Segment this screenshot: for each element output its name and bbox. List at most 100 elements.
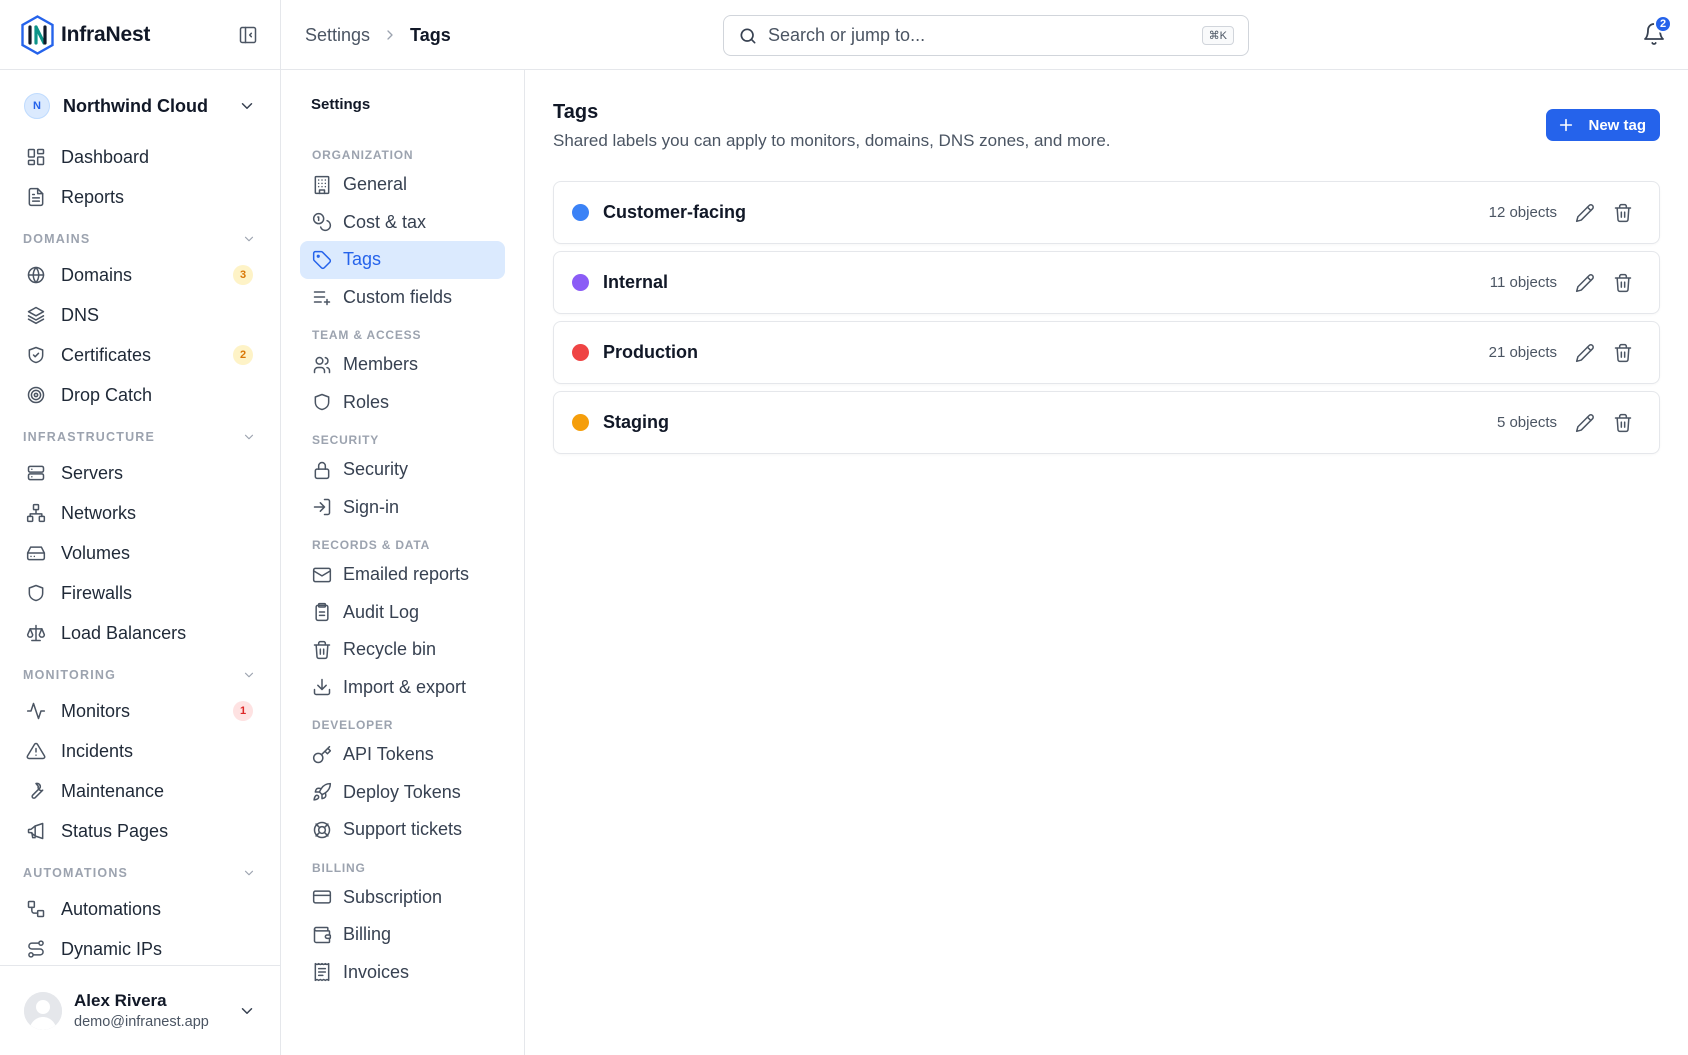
alert-triangle-icon: [26, 742, 46, 760]
sidebar-section-automations[interactable]: AUTOMATIONS: [0, 851, 280, 889]
settings-item-label: Tags: [343, 249, 382, 270]
count-badge: 3: [233, 265, 253, 285]
sidebar-section-infrastructure[interactable]: INFRASTRUCTURE: [0, 415, 280, 453]
app-logo-icon: [21, 14, 54, 55]
settings-section-organization: ORGANIZATION: [312, 148, 414, 162]
settings-item-label: General: [343, 174, 408, 195]
pencil-icon: [1575, 203, 1594, 222]
tag-row[interactable]: Staging 5 objects: [553, 391, 1660, 454]
settings-item-label: Subscription: [343, 886, 443, 907]
sidebar-item-certificates[interactable]: Certificates 2: [0, 335, 280, 375]
breadcrumb-settings[interactable]: Settings: [305, 25, 370, 46]
sidebar-item-label: Certificates: [61, 344, 152, 365]
sidebar-item-dynamic-ips[interactable]: Dynamic IPs: [0, 929, 280, 969]
tag-row[interactable]: Customer-facing 12 objects: [553, 181, 1660, 244]
org-switcher[interactable]: N Northwind Cloud: [24, 84, 256, 128]
sidebar-item-reports[interactable]: Reports: [0, 177, 280, 217]
settings-item-security[interactable]: Security: [300, 451, 505, 489]
settings-item-label: Sign-in: [343, 496, 400, 517]
edit-tag-button[interactable]: [1575, 413, 1595, 433]
delete-tag-button[interactable]: [1613, 413, 1633, 433]
sidebar-item-label: Volumes: [61, 542, 131, 563]
settings-item-api-tokens[interactable]: API Tokens: [300, 736, 505, 774]
building-icon: [314, 175, 330, 194]
org-name: Northwind Cloud: [63, 95, 208, 116]
sidebar-item-label: Monitors: [61, 700, 131, 721]
tag-count: 11 objects: [1489, 274, 1557, 291]
app-name: InfraNest: [61, 22, 151, 46]
edit-tag-button[interactable]: [1575, 343, 1595, 363]
sidebar-item-label: Dashboard: [61, 146, 150, 167]
delete-tag-button[interactable]: [1613, 343, 1633, 363]
pencil-icon: [1575, 413, 1594, 432]
settings-item-billing[interactable]: Billing: [300, 916, 505, 954]
new-tag-button[interactable]: New tag: [1546, 109, 1660, 141]
sidebar-item-label: Automations: [61, 898, 162, 919]
sidebar-item-status-pages[interactable]: Status Pages: [0, 811, 280, 851]
settings-item-custom-fields[interactable]: Custom fields: [300, 279, 505, 317]
settings-item-sign-in[interactable]: Sign-in: [300, 489, 505, 527]
settings-item-roles[interactable]: Roles: [300, 384, 505, 422]
sidebar-item-domains[interactable]: Domains 3: [0, 255, 280, 295]
settings-item-general[interactable]: General: [300, 166, 505, 204]
settings-section-developer: DEVELOPER: [312, 718, 394, 732]
globe-icon: [27, 266, 45, 284]
settings-item-invoices[interactable]: Invoices: [300, 954, 505, 992]
notifications-button[interactable]: 2: [1642, 15, 1672, 46]
settings-item-label: Support tickets: [343, 819, 463, 840]
edit-tag-button[interactable]: [1575, 273, 1595, 293]
tag-list: Customer-facing 12 objects Internal 11 obje…: [553, 181, 1660, 461]
sidebar: InfraNest N Northwind Cloud Dashboard Rep…: [0, 0, 281, 1055]
wrench-icon: [31, 782, 44, 799]
life-buoy-icon: [313, 821, 331, 838]
settings-item-deploy-tokens[interactable]: Deploy Tokens: [300, 774, 505, 812]
settings-item-subscription[interactable]: Subscription: [300, 879, 505, 917]
settings-item-emailed-reports[interactable]: Emailed reports: [300, 556, 505, 594]
sidebar-section-domains[interactable]: DOMAINS: [0, 217, 280, 255]
receipt-icon: [314, 963, 330, 982]
main-nav: Dashboard Reports DOMAINS Domains 3 DNS Certif…: [0, 137, 280, 969]
settings-item-import-and-export[interactable]: Import & export: [300, 669, 505, 707]
tag-icon: [312, 250, 332, 269]
search-icon: [740, 28, 756, 44]
panel-left-icon: [239, 26, 257, 43]
sidebar-item-firewalls[interactable]: Firewalls: [0, 573, 280, 613]
sidebar-item-drop-catch[interactable]: Drop Catch: [0, 375, 280, 415]
sidebar-item-volumes[interactable]: Volumes: [0, 533, 280, 573]
tag-row[interactable]: Production 21 objects: [553, 321, 1660, 384]
sidebar-item-label: Networks: [61, 502, 137, 523]
sidebar-item-dashboard[interactable]: Dashboard: [0, 137, 280, 177]
search-box[interactable]: ⌘K: [723, 15, 1249, 56]
settings-item-recycle-bin[interactable]: Recycle bin: [300, 631, 505, 669]
tag-row[interactable]: Internal 11 objects: [553, 251, 1660, 314]
sidebar-item-maintenance[interactable]: Maintenance: [0, 771, 280, 811]
dashboard-icon: [27, 148, 45, 166]
page-title: Tags: [553, 101, 599, 123]
chevron-down-icon: [241, 1007, 253, 1014]
tag-color-dot: [572, 274, 589, 291]
settings-item-label: Import & export: [343, 676, 467, 697]
sidebar-item-dns[interactable]: DNS: [0, 295, 280, 335]
settings-item-audit-log[interactable]: Audit Log: [300, 594, 505, 632]
sidebar-item-load-balancers[interactable]: Load Balancers: [0, 613, 280, 653]
chevron-right-icon: [387, 30, 393, 40]
sidebar-item-networks[interactable]: Networks: [0, 493, 280, 533]
settings-item-tags[interactable]: Tags: [300, 241, 505, 279]
sidebar-item-incidents[interactable]: Incidents: [0, 731, 280, 771]
sidebar-item-monitors[interactable]: Monitors 1: [0, 691, 280, 731]
sidebar-collapse-button[interactable]: [236, 23, 260, 47]
settings-item-members[interactable]: Members: [300, 346, 505, 384]
mail-icon: [312, 567, 332, 583]
sidebar-item-servers[interactable]: Servers: [0, 453, 280, 493]
user-menu[interactable]: Alex Rivera demo@infranest.app: [0, 965, 280, 1055]
sidebar-section-monitoring[interactable]: MONITORING: [0, 653, 280, 691]
settings-item-support-tickets[interactable]: Support tickets: [300, 811, 505, 849]
edit-tag-button[interactable]: [1575, 203, 1595, 223]
wallet-icon: [313, 926, 332, 943]
settings-item-cost-and-tax[interactable]: Cost & tax: [300, 204, 505, 242]
sidebar-item-automations[interactable]: Automations: [0, 889, 280, 929]
delete-tag-button[interactable]: [1613, 273, 1633, 293]
delete-tag-button[interactable]: [1613, 203, 1633, 223]
search-input[interactable]: [768, 25, 1202, 46]
coins-icon: [312, 213, 332, 232]
